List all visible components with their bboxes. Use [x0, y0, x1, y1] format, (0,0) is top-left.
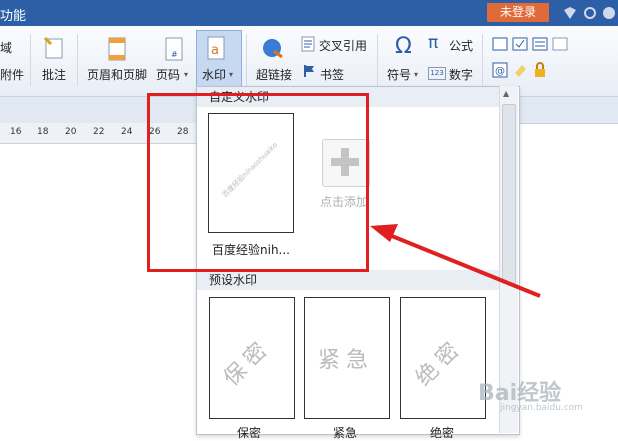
lock-icon[interactable] [532, 62, 548, 78]
ruler-tick: 20 [65, 127, 77, 137]
watermark-icon[interactable]: a [205, 35, 227, 61]
highlight-box [147, 93, 369, 272]
image-control-icon[interactable] [552, 37, 568, 51]
annotation-button[interactable]: 批注 [42, 66, 66, 83]
header-footer-button[interactable]: 页眉和页脚 [87, 66, 147, 83]
chevron-down-icon[interactable]: ▾ [229, 70, 233, 79]
page-number-icon[interactable]: # [163, 36, 185, 62]
scroll-up-arrow-icon[interactable]: ▲ [503, 89, 509, 98]
svg-text:#: # [171, 50, 178, 59]
bookmark-button[interactable]: 书签 [320, 66, 344, 83]
cross-reference-icon[interactable] [300, 36, 316, 52]
at-mention-icon[interactable]: @ [492, 62, 508, 78]
skin-icon[interactable] [563, 6, 577, 20]
red-arrow-annotation [370, 224, 541, 298]
refresh-icon[interactable] [583, 6, 597, 20]
cross-reference-button[interactable]: 交叉引用 [319, 37, 367, 54]
hyperlink-icon[interactable] [261, 37, 285, 61]
list-control-icon[interactable] [532, 37, 548, 51]
bookmark-flag-icon[interactable] [302, 64, 316, 78]
ribbon-separator [482, 34, 483, 86]
ribbon-separator [246, 34, 247, 86]
page-number-button[interactable]: 页码 [156, 66, 180, 83]
checkbox-control-icon[interactable] [512, 37, 528, 51]
ribbon-separator [30, 34, 31, 86]
symbol-button[interactable]: 符号 [387, 66, 411, 83]
number-button[interactable]: 数字 [449, 66, 473, 83]
symbol-omega-icon[interactable]: Ω [395, 34, 412, 59]
svg-text:@: @ [495, 66, 505, 77]
window-title: 功能 [0, 9, 27, 24]
login-button[interactable]: 未登录 [487, 3, 549, 22]
ruler-tick: 22 [93, 127, 105, 137]
ruler-tick: 24 [121, 127, 133, 137]
header-footer-icon[interactable] [106, 36, 128, 62]
svg-text:a: a [211, 43, 219, 58]
baidu-logo-url: jingyan.baidu.com [500, 403, 584, 413]
ruler-tick: 16 [10, 127, 22, 137]
hyperlink-button[interactable]: 超链接 [256, 66, 292, 83]
formula-pi-icon[interactable]: π [428, 33, 438, 53]
chevron-down-icon[interactable]: ▾ [184, 70, 188, 79]
ruler-tick: 18 [37, 127, 49, 137]
watermark-button[interactable]: 水印 [202, 66, 226, 83]
ribbon-field-label[interactable]: 域 [0, 39, 12, 56]
textbox-control-icon[interactable] [492, 37, 508, 51]
ribbon-separator [377, 34, 378, 86]
number-format-icon[interactable]: 123 [428, 67, 446, 80]
formula-button[interactable]: 公式 [449, 37, 473, 54]
ribbon-attachment-label[interactable]: 附件 [0, 66, 24, 83]
annotation-icon[interactable] [43, 36, 65, 60]
preset-watermark-preview-text: 紧急 [318, 348, 375, 373]
ribbon-separator [77, 34, 78, 86]
help-icon[interactable] [602, 6, 616, 20]
chevron-down-icon[interactable]: ▾ [414, 70, 418, 79]
eraser-icon[interactable] [512, 62, 528, 78]
